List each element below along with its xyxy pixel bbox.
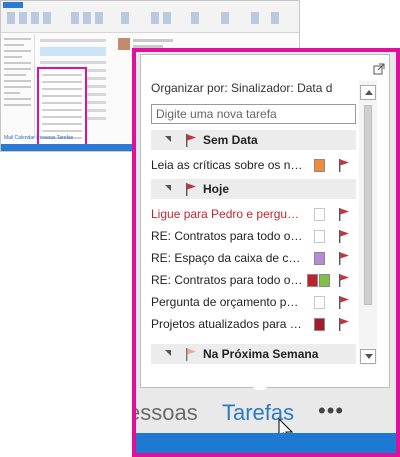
folder-pane	[1, 34, 35, 138]
task-item[interactable]: RE: Contratos para todo o m...	[151, 269, 361, 291]
task-item[interactable]: Projetos atualizados para a p...	[151, 313, 361, 335]
flag-icon[interactable]	[338, 251, 350, 265]
task-subject: RE: Contratos para todo o m...	[151, 273, 303, 287]
task-item[interactable]: Leia as críticas sobre os novo...	[151, 154, 361, 176]
task-subject: RE: Espaço da caixa de correi...	[151, 251, 303, 265]
collapse-arrow-icon[interactable]	[165, 350, 171, 356]
status-bar	[136, 433, 396, 453]
magnified-view: Organizar por: Sinalizador: Data d Sem D…	[132, 48, 400, 457]
task-subject: Projetos atualizados para a p...	[151, 317, 303, 331]
category-color	[314, 296, 325, 309]
flag-icon[interactable]	[338, 207, 350, 221]
collapse-arrow-icon[interactable]	[165, 185, 171, 191]
flag-icon[interactable]	[338, 295, 350, 309]
ribbon	[1, 1, 299, 33]
flag-icon[interactable]	[338, 158, 350, 172]
flag-icon	[186, 134, 196, 147]
tasks-peek-panel: Organizar por: Sinalizador: Data d Sem D…	[140, 54, 390, 388]
task-subject: Leia as críticas sobre os novo...	[151, 158, 303, 172]
collapse-arrow-icon[interactable]	[165, 136, 171, 142]
scroll-thumb[interactable]	[364, 105, 372, 305]
task-subject: Ligue para Pedro e pergunte...	[151, 207, 303, 221]
scroll-down-button[interactable]	[360, 349, 376, 364]
task-item[interactable]: RE: Contratos para todo o m...	[151, 225, 361, 247]
category-color	[314, 208, 325, 221]
flag-icon	[186, 348, 196, 361]
nav-more-button[interactable]: •••	[318, 398, 344, 424]
task-subject: Pergunta de orçamento para...	[151, 295, 303, 309]
task-subject: RE: Contratos para todo o m...	[151, 229, 303, 243]
avatar	[118, 38, 130, 50]
thumbnail-nav-bar: Mail Calendar Pessoas Tarefas	[4, 135, 74, 141]
popout-icon[interactable]	[373, 63, 385, 75]
new-task-input[interactable]	[151, 104, 356, 124]
category-color	[314, 252, 325, 265]
nav-people[interactable]: essoas	[136, 400, 198, 426]
scrollbar[interactable]	[359, 81, 377, 365]
flag-icon	[186, 183, 196, 196]
flag-icon[interactable]	[338, 317, 350, 331]
task-item[interactable]: Ligue para Pedro e pergunte...	[151, 203, 361, 225]
group-label: Sem Data	[203, 133, 258, 147]
task-item[interactable]: Pergunta de orçamento para...	[151, 291, 361, 313]
sort-by-label[interactable]: Organizar por: Sinalizador: Data d	[151, 81, 356, 95]
group-header-no-date[interactable]: Sem Data	[151, 130, 356, 150]
category-color	[314, 159, 325, 172]
flag-icon[interactable]	[338, 229, 350, 243]
group-header-next-week[interactable]: Na Próxima Semana	[151, 344, 356, 364]
scroll-up-button[interactable]	[360, 85, 376, 100]
group-label: Hoje	[203, 182, 230, 196]
flag-icon[interactable]	[338, 273, 350, 287]
category-color	[307, 274, 330, 287]
group-label: Na Próxima Semana	[203, 347, 319, 361]
category-color	[314, 318, 325, 331]
group-header-today[interactable]: Hoje	[151, 179, 356, 199]
task-item[interactable]: RE: Espaço da caixa de correi...	[151, 247, 361, 269]
category-color	[314, 230, 325, 243]
